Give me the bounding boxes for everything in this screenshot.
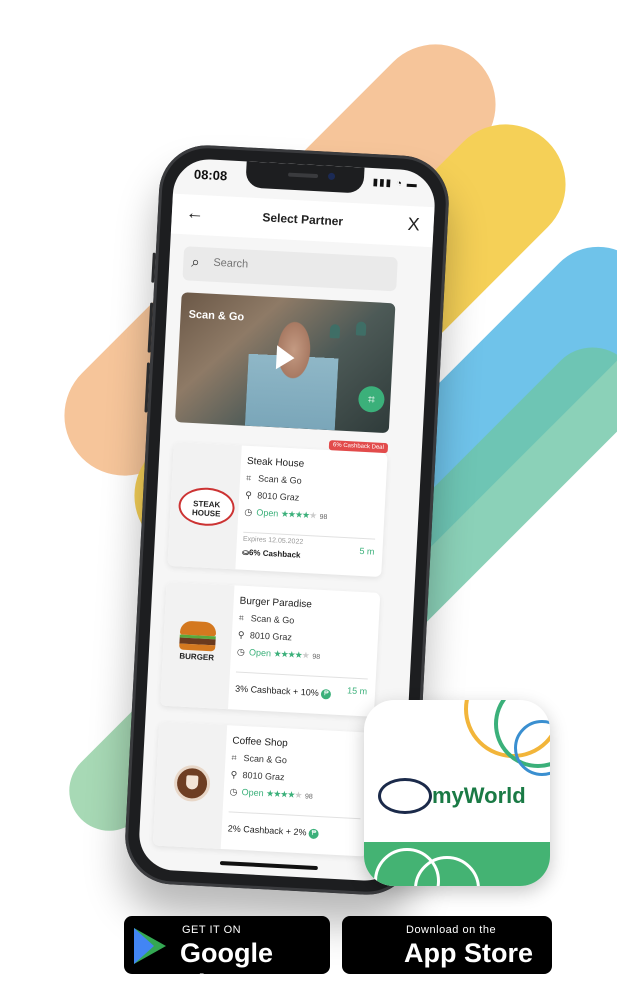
coffee-shop-logo (173, 764, 212, 803)
scan-icon: ⌗ (238, 612, 245, 623)
open-status: Open (241, 787, 264, 799)
icon-bottom-band (364, 842, 550, 886)
lamp-decor (355, 321, 367, 336)
partner-card[interactable]: BURGER Burger Paradise ⌗ Scan & Go ⚲ 8010 … (160, 581, 381, 717)
camera-icon (327, 172, 336, 181)
logo-text: STEAK HOUSE (191, 499, 221, 519)
cashback-text: 3% Cashback + 10% (234, 683, 320, 698)
partner-type: Scan & Go (257, 473, 302, 486)
location-pin-icon: ⚲ (237, 629, 245, 640)
partner-logo-box: STEAK HOUSE (167, 441, 242, 570)
scan-icon: ⌗ (231, 752, 237, 763)
deal-badge: 6% Cashback Deal (328, 440, 389, 454)
partner-location: 8010 Graz (256, 490, 300, 503)
cashback-info: 2% Cashback + 2% ₱ (227, 823, 320, 839)
google-play-badge[interactable]: GET IT ON Google Play (124, 916, 330, 999)
google-play-icon-accent (134, 928, 154, 964)
partner-type-row: ⌗ Scan & Go (239, 613, 295, 627)
cashback-text: 2% Cashback + 2% (227, 823, 307, 838)
expires-date: Expires 12.05.2022 (242, 535, 304, 546)
speaker (287, 172, 319, 179)
distance: 5 m (359, 545, 375, 557)
rating-count: 98 (319, 513, 328, 522)
scan-go-video[interactable]: Scan & Go ⌗ (174, 292, 396, 434)
partner-logo-box: BURGER (160, 581, 235, 710)
page-title: Select Partner (262, 210, 344, 229)
bonus-icon: ₱ (321, 688, 332, 700)
phone-notch (245, 161, 365, 194)
rating-stars: ★★★★ (265, 788, 295, 800)
home-indicator[interactable] (219, 860, 318, 871)
steak-house-logo: STEAK HOUSE (177, 486, 236, 528)
partner-name: Steak House (246, 455, 305, 470)
partner-name: Coffee Shop (232, 735, 288, 750)
clock-icon: ◷ (244, 506, 253, 518)
app-store-badge[interactable]: Download on the App Store (342, 916, 552, 974)
partner-card[interactable]: 6% Cashback Deal STEAK HOUSE Steak House… (167, 440, 389, 578)
partner-type: Scan & Go (243, 753, 288, 766)
status-time: 08:08 (193, 166, 228, 184)
scan-icon[interactable]: ⌗ (357, 385, 386, 413)
badge-small-text: GET IT ON (182, 924, 242, 936)
play-icon[interactable] (275, 345, 296, 371)
badge-big-text: Google Play (180, 938, 273, 999)
globe-logo-icon (378, 778, 432, 814)
cashback-text: 6% Cashback (248, 548, 301, 560)
partner-name: Burger Paradise (239, 595, 313, 611)
close-icon[interactable]: X (407, 214, 420, 236)
rating-count: 98 (304, 793, 313, 801)
partner-type: Scan & Go (250, 613, 295, 626)
rating-star-empty: ★ (308, 510, 318, 521)
partner-type-row: ⌗ Scan & Go (246, 473, 302, 487)
partner-location-row: ⚲ 8010 Graz (245, 489, 300, 504)
partner-logo-box (152, 721, 228, 849)
video-label: Scan & Go (188, 308, 245, 324)
header: ← Select Partner X (170, 193, 435, 248)
clock-icon: ◷ (229, 786, 238, 797)
search-bar[interactable]: ⌕ (182, 246, 398, 292)
rating-star-empty: ★ (294, 789, 303, 801)
search-input[interactable] (210, 255, 386, 279)
cashback-info: 3% Cashback + 10% ₱ (235, 684, 332, 700)
burger-logo: BURGER (178, 620, 217, 663)
badge-small-text: Download on the (406, 924, 497, 936)
partner-card[interactable]: Coffee Shop ⌗ Scan & Go ⚲ 8010 Graz ◷ Open … (152, 721, 373, 857)
rating-count: 98 (312, 653, 321, 661)
divider (228, 811, 361, 820)
scan-icon: ⌗ (245, 472, 252, 484)
location-pin-icon: ⚲ (230, 769, 238, 780)
burger-bun (179, 643, 216, 652)
partner-location: 8010 Graz (249, 630, 293, 643)
rating-stars: ★★★★ (280, 508, 310, 521)
partner-location-row: ⚲ 8010 Graz (230, 769, 285, 783)
phone-side-button (151, 252, 156, 283)
myworld-app-icon[interactable]: myWorld (364, 700, 550, 886)
partner-location-row: ⚲ 8010 Graz (237, 629, 293, 644)
open-status: Open (256, 507, 279, 519)
divider (235, 671, 368, 680)
partner-type-row: ⌗ Scan & Go (231, 752, 287, 766)
search-icon: ⌕ (190, 253, 201, 272)
cashback-info: ⛀6% Cashback (242, 548, 301, 560)
badge-big-text: App Store (404, 938, 534, 968)
rating-stars: ★★★★ (273, 648, 303, 660)
open-status: Open (248, 647, 272, 659)
partner-status-row: ◷ Open ★★★★★ 98 (244, 507, 328, 522)
partner-location: 8010 Graz (242, 770, 285, 783)
bonus-icon: ₱ (308, 828, 320, 839)
brand-name: myWorld (432, 783, 526, 808)
distance: 15 m (346, 685, 368, 697)
logo-text: BURGER (179, 651, 215, 663)
partner-status-row: ◷ Open ★★★★★ 98 (229, 786, 313, 801)
status-icons: ▮▮▮ ◔ ▬ (372, 177, 419, 191)
partner-status-row: ◷ Open ★★★★★ 98 (237, 647, 321, 662)
clock-icon: ◷ (236, 646, 246, 657)
location-pin-icon: ⚲ (245, 489, 253, 501)
rating-star-empty: ★ (301, 649, 311, 661)
